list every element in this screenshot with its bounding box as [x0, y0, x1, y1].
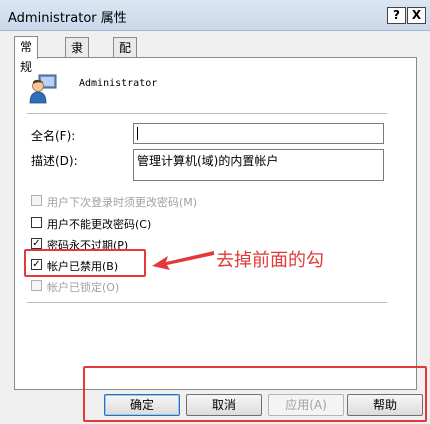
tab-member-of[interactable]: 隶属于 [65, 37, 90, 95]
properties-dialog: Administrator 属性 ? X 常规 隶属于 配置文件 Adminis… [0, 0, 430, 424]
user-account-icon [29, 74, 57, 104]
separator-top [27, 113, 387, 114]
annotation-highlight-checkbox [24, 249, 146, 277]
text-cursor [137, 127, 138, 140]
checkbox-cannot-change-password[interactable] [31, 217, 42, 228]
tab-general[interactable]: 常规 [14, 36, 39, 74]
checkbox-account-locked[interactable] [31, 280, 42, 291]
checkbox-must-change-password[interactable] [31, 195, 42, 206]
separator-bottom [27, 302, 387, 303]
help-button[interactable]: ? [387, 7, 406, 24]
option-label: 用户下次登录时须更改密码(M) [47, 196, 198, 209]
annotation-highlight-buttons [83, 366, 427, 422]
description-label: 描述(D): [31, 154, 78, 168]
description-input[interactable]: 管理计算机(域)的内置帐户 [133, 149, 384, 181]
window-title: Administrator 属性 [8, 11, 127, 26]
user-name: Administrator [79, 78, 158, 89]
title-bar: Administrator 属性 ? X [0, 0, 430, 31]
description-value: 管理计算机(域)的内置帐户 [137, 154, 279, 168]
tab-profile[interactable]: 配置文件 [113, 37, 138, 115]
fullname-input[interactable] [133, 123, 384, 144]
annotation-text: 去掉前面的勾 [216, 250, 324, 271]
close-button[interactable]: X [407, 7, 426, 24]
annotation-arrow-icon [152, 251, 214, 270]
fullname-label: 全名(F): [31, 129, 76, 143]
option-label: 用户不能更改密码(C) [47, 218, 152, 231]
checkbox-password-never-expires[interactable]: ✓ [31, 238, 42, 249]
option-label: 帐户已锁定(O) [47, 281, 120, 294]
